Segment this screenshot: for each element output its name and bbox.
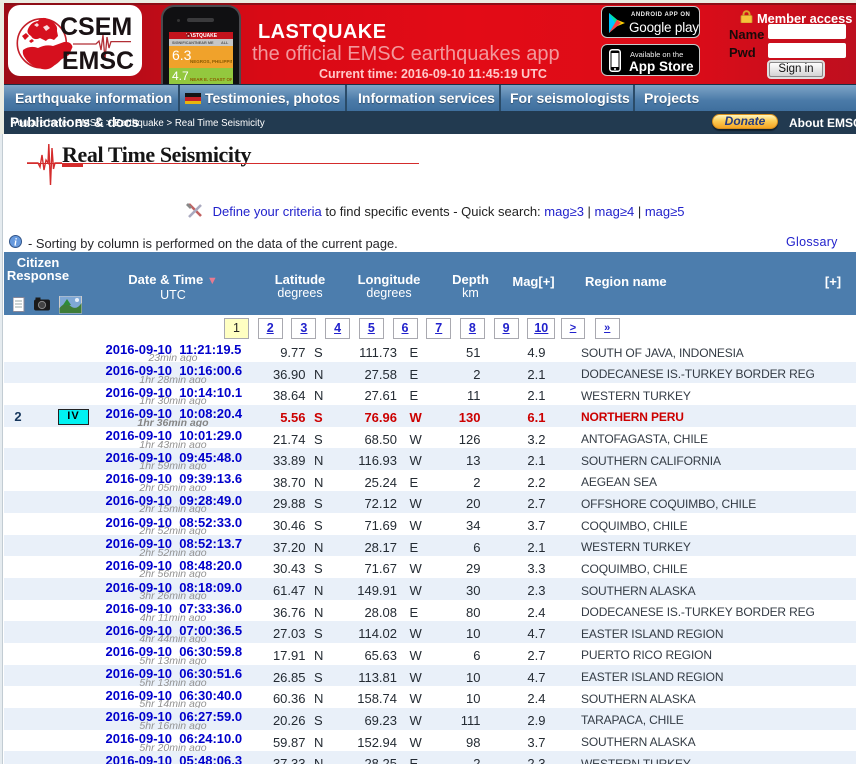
svg-text:i: i [14,238,17,249]
